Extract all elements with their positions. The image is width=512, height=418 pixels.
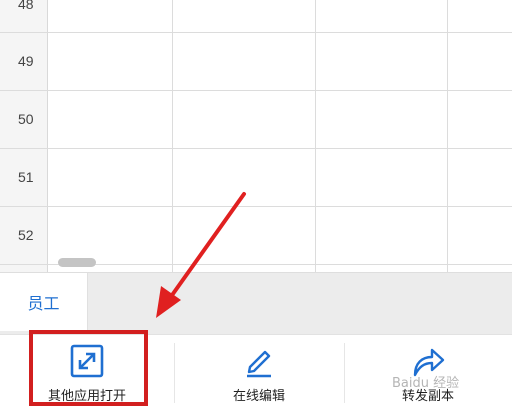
row-number[interactable]: 48 [0, 0, 48, 14]
row-number[interactable]: 51 [0, 167, 48, 187]
sheet-tab-bar: 员工 [0, 272, 512, 334]
grid-line [0, 148, 512, 149]
online-edit-button[interactable]: 在线编辑 [174, 335, 344, 418]
grid-line [172, 0, 173, 272]
grid-line [0, 90, 512, 91]
grid-line [0, 32, 512, 33]
grid-line [0, 206, 512, 207]
watermark: Baidu 经验 [392, 376, 460, 391]
pencil-icon [247, 350, 271, 378]
open-other-app-label: 其他应用打开 [47, 389, 126, 404]
expand-arrows-icon [70, 344, 104, 378]
online-edit-label: 在线编辑 [232, 389, 285, 404]
sheet-tab-employees[interactable]: 员工 [0, 273, 88, 331]
grid-line [315, 0, 316, 272]
sheet-tab-label: 员工 [27, 294, 60, 313]
row-number[interactable]: 50 [0, 109, 48, 129]
row-number[interactable]: 52 [0, 225, 48, 245]
grid-line [447, 0, 448, 272]
open-other-app-button[interactable]: 其他应用打开 [0, 335, 174, 418]
spreadsheet-grid[interactable]: 48 49 50 51 52 [0, 0, 512, 272]
row-number[interactable]: 49 [0, 51, 48, 71]
horizontal-scroll-handle[interactable] [58, 258, 96, 267]
